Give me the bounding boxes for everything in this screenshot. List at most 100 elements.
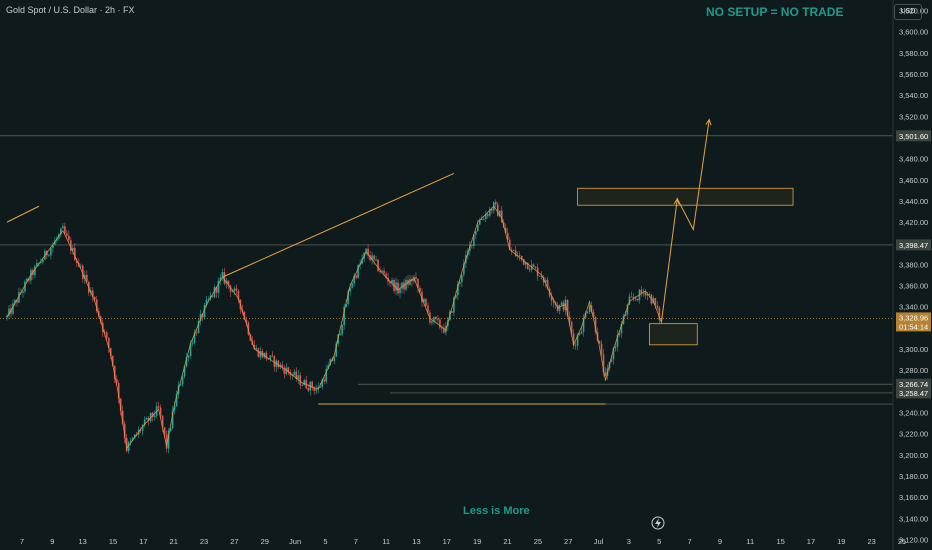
candle-body — [145, 417, 148, 420]
time-tick-label: Jun — [289, 537, 301, 546]
price-tick-label: 3,280.00 — [899, 366, 928, 375]
price-tick-label: 3,340.00 — [899, 303, 928, 312]
time-tick-label: 5 — [323, 537, 327, 546]
candle-body — [42, 259, 44, 263]
price-tick-label: 3,200.00 — [899, 451, 928, 460]
time-tick-label: 11 — [746, 537, 754, 546]
time-tick-label: 9 — [50, 537, 54, 546]
candle-body — [574, 345, 577, 347]
candle-body — [560, 302, 563, 306]
candle-body — [80, 265, 82, 267]
candle-body — [191, 342, 194, 344]
candle-body — [562, 302, 565, 311]
candle-body — [512, 250, 515, 252]
time-tick-label: 9 — [718, 537, 722, 546]
candle-body — [233, 288, 236, 292]
chart-root: { "header": { "symbol_title": "Gold Spot… — [0, 0, 932, 550]
time-tick-label: 19 — [473, 537, 481, 546]
candle-body — [600, 343, 603, 355]
price-tick-label: 3,440.00 — [899, 197, 928, 206]
price-tick-label: 3,600.00 — [899, 28, 928, 37]
candle-body — [66, 233, 68, 236]
time-tick-label: 23 — [867, 537, 875, 546]
candle-body — [383, 270, 385, 274]
candle-body — [105, 332, 108, 338]
candle-body — [461, 274, 463, 283]
price-tick-label: 3,460.00 — [899, 176, 928, 185]
time-tick-label: 7 — [688, 537, 692, 546]
time-tick-label: 27 — [564, 537, 572, 546]
price-tick-label: 3,520.00 — [899, 112, 928, 121]
price-chart[interactable]: 3,620.003,600.003,580.003,560.003,540.00… — [0, 0, 932, 550]
time-tick-label: 21 — [170, 537, 178, 546]
candle-body — [377, 259, 379, 272]
price-tick-label: 3,140.00 — [899, 514, 928, 523]
current-price-text: 3,328.96 — [899, 313, 928, 322]
candle-body — [22, 291, 24, 293]
price-tick-label: 3,380.00 — [899, 260, 928, 269]
time-tick-label: 25 — [898, 537, 906, 546]
price-tick-label: 3,180.00 — [899, 472, 928, 481]
candle-body — [303, 380, 306, 386]
candle-body — [375, 259, 377, 261]
time-tick-label: 15 — [109, 537, 117, 546]
candle-body — [181, 376, 184, 385]
time-tick-label: 23 — [200, 537, 208, 546]
candle-body — [518, 255, 521, 257]
candle-body — [355, 275, 357, 278]
candle-body — [644, 292, 647, 296]
candle-body — [50, 248, 52, 256]
time-tick-label: 13 — [79, 537, 87, 546]
candle-body — [431, 321, 433, 323]
candle-body — [223, 272, 226, 284]
currency-button[interactable]: USD — [894, 4, 922, 20]
candle-body — [265, 352, 268, 359]
candle-body — [68, 235, 70, 241]
candle-body — [435, 316, 437, 320]
candle-body — [528, 269, 531, 270]
candle-body — [293, 371, 296, 376]
candle-body — [532, 264, 535, 267]
price-label-text: 3,398.47 — [899, 241, 928, 250]
candle-body — [534, 266, 537, 268]
time-tick-label: 17 — [807, 537, 815, 546]
price-axis[interactable]: 3,620.003,600.003,580.003,560.003,540.00… — [892, 0, 932, 550]
symbol-title: Gold Spot / U.S. Dollar · 2h · FX — [6, 5, 135, 15]
time-tick-label: 3 — [627, 537, 631, 546]
footer-note: Less is More — [463, 505, 530, 517]
candle-body — [339, 334, 341, 336]
price-tick-label: 3,160.00 — [899, 493, 928, 502]
candle-body — [486, 214, 489, 216]
bar-countdown-text: 01:54:14 — [899, 322, 928, 331]
candle-body — [425, 298, 427, 306]
price-tick-label: 3,560.00 — [899, 70, 928, 79]
candle-body — [235, 288, 238, 291]
candle-body — [187, 356, 190, 358]
candle-body — [153, 415, 156, 417]
candle-body — [634, 298, 637, 300]
time-tick-label: 17 — [443, 537, 451, 546]
time-tick-label: 11 — [382, 537, 390, 546]
time-tick-label: 17 — [139, 537, 147, 546]
time-tick-label: 29 — [261, 537, 269, 546]
price-label-text: 3,501.60 — [899, 132, 928, 141]
candle-body — [588, 305, 591, 312]
candle-body — [48, 255, 50, 257]
candle-body — [195, 332, 198, 334]
candle-body — [614, 346, 617, 349]
candle-body — [257, 348, 260, 357]
candle-body — [471, 245, 473, 246]
candle-body — [64, 226, 66, 234]
time-tick-label: 15 — [776, 537, 784, 546]
candle-body — [490, 209, 493, 211]
price-tick-label: 3,580.00 — [899, 49, 928, 58]
time-tick-label: 27 — [230, 537, 238, 546]
candle-body — [630, 296, 633, 298]
candle-body — [299, 375, 302, 386]
price-tick-label: 3,300.00 — [899, 345, 928, 354]
candle-body — [604, 372, 607, 376]
price-tick-label: 3,220.00 — [899, 430, 928, 439]
candle-body — [269, 355, 272, 360]
candle-body — [656, 305, 659, 308]
price-axis-bg — [893, 0, 932, 550]
